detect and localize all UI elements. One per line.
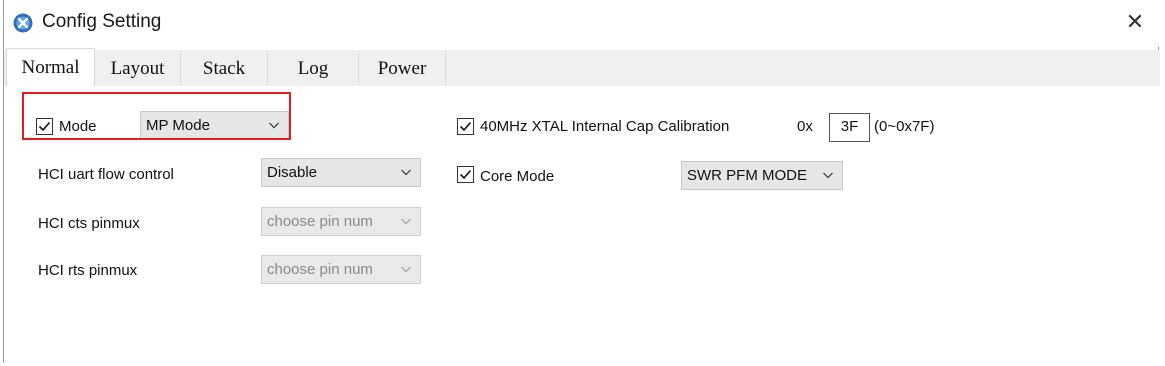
hci-uart-flow-control-select[interactable]: Disable bbox=[261, 158, 421, 187]
tab-stack[interactable]: Stack bbox=[181, 51, 268, 85]
chevron-down-icon bbox=[823, 172, 833, 179]
core-mode-select-value: SWR PFM MODE bbox=[687, 167, 807, 184]
title-bar: Config Setting ✕ bbox=[4, 0, 1160, 47]
xtal-calibration-value-input[interactable]: 3F bbox=[829, 113, 870, 142]
config-setting-window: Config Setting ✕ Normal Layout Stack Log… bbox=[3, 0, 1160, 363]
hci-uart-flow-control-label: HCI uart flow control bbox=[38, 166, 174, 183]
chevron-down-icon bbox=[401, 218, 411, 225]
core-mode-checkbox[interactable] bbox=[457, 166, 474, 183]
checkmark-icon bbox=[459, 121, 472, 132]
tab-power[interactable]: Power bbox=[359, 51, 446, 85]
app-logo-icon bbox=[13, 13, 33, 33]
window-title: Config Setting bbox=[42, 11, 162, 32]
hci-rts-pinmux-value: choose pin num bbox=[267, 261, 373, 278]
hci-uart-flow-control-value: Disable bbox=[267, 164, 318, 181]
hci-rts-pinmux-select[interactable]: choose pin num bbox=[261, 255, 421, 284]
mode-highlight-box bbox=[22, 92, 291, 140]
close-icon[interactable]: ✕ bbox=[1122, 9, 1148, 35]
tab-log[interactable]: Log bbox=[268, 51, 359, 85]
xtal-calibration-checkbox[interactable] bbox=[457, 118, 474, 135]
chevron-down-icon bbox=[401, 169, 411, 176]
hci-cts-pinmux-value: choose pin num bbox=[267, 213, 373, 230]
hci-rts-pinmux-label: HCI rts pinmux bbox=[38, 262, 138, 279]
hci-cts-pinmux-label: HCI cts pinmux bbox=[38, 215, 140, 232]
xtal-calibration-label: 40MHz XTAL Internal Cap Calibration bbox=[480, 118, 730, 135]
core-mode-select[interactable]: SWR PFM MODE bbox=[681, 161, 843, 190]
core-mode-label: Core Mode bbox=[480, 168, 555, 185]
checkmark-icon bbox=[459, 169, 472, 180]
chevron-down-icon bbox=[401, 266, 411, 273]
tab-normal[interactable]: Normal bbox=[6, 48, 95, 87]
hci-cts-pinmux-select[interactable]: choose pin num bbox=[261, 207, 421, 236]
tab-layout[interactable]: Layout bbox=[95, 51, 181, 85]
hex-prefix-label: 0x bbox=[797, 118, 813, 135]
xtal-calibration-range-label: (0~0x7F) bbox=[874, 118, 935, 135]
